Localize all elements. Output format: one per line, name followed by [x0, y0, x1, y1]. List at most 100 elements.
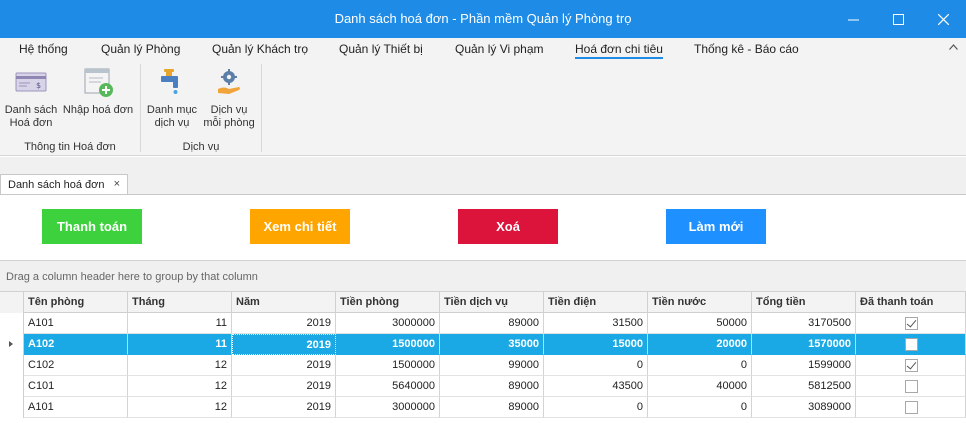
cell-paid[interactable] — [856, 376, 966, 397]
cell-year[interactable]: 2019 — [232, 334, 336, 355]
column-header-year[interactable]: Năm — [232, 292, 336, 313]
cell-water[interactable]: 50000 — [648, 313, 752, 334]
cell-year[interactable]: 2019 — [232, 397, 336, 418]
minimize-button[interactable] — [831, 0, 876, 38]
cell-electricity[interactable]: 0 — [544, 355, 648, 376]
cell-water[interactable]: 20000 — [648, 334, 752, 355]
cell-electricity[interactable]: 31500 — [544, 313, 648, 334]
cell-room-fee[interactable]: 3000000 — [336, 313, 440, 334]
cell-total[interactable]: 1599000 — [752, 355, 856, 376]
cell-year[interactable]: 2019 — [232, 355, 336, 376]
delete-button[interactable]: Xoá — [458, 209, 558, 244]
row-indicator — [0, 376, 24, 397]
svg-text:$: $ — [36, 81, 41, 90]
pay-button[interactable]: Thanh toán — [42, 209, 142, 244]
cell-room[interactable]: A102 — [24, 334, 128, 355]
add-invoice-button[interactable]: Nhập hoá đơn — [62, 66, 134, 117]
cell-month[interactable]: 12 — [128, 355, 232, 376]
close-tab-icon[interactable]: × — [114, 178, 120, 190]
close-icon — [938, 13, 949, 25]
cell-month[interactable]: 12 — [128, 397, 232, 418]
faucet-icon — [161, 69, 178, 94]
room-services-button[interactable]: Dịch vụ mỗi phòng — [201, 66, 257, 130]
tab-quan-ly-vi-pham[interactable]: Quản lý Vi phạm — [455, 42, 544, 56]
close-button[interactable] — [921, 0, 966, 38]
cell-water[interactable]: 0 — [648, 355, 752, 376]
tab-hoa-don-chi-tieu[interactable]: Hoá đơn chi tiêu — [575, 42, 663, 59]
tab-quan-ly-phong[interactable]: Quản lý Phòng — [101, 42, 180, 56]
cell-room-fee[interactable]: 1500000 — [336, 355, 440, 376]
cell-month[interactable]: 12 — [128, 376, 232, 397]
cell-total[interactable]: 3170500 — [752, 313, 856, 334]
tab-quan-ly-khach-tro[interactable]: Quản lý Khách trọ — [212, 42, 308, 56]
cell-paid[interactable] — [856, 397, 966, 418]
group-by-hint: Drag a column header here to group by th… — [6, 271, 258, 283]
column-header-month[interactable]: Tháng — [128, 292, 232, 313]
group-label-services: Dịch vụ — [182, 141, 220, 153]
row-indicator — [0, 355, 24, 376]
gear-hand-icon — [218, 69, 240, 94]
cell-paid[interactable] — [856, 313, 966, 334]
cell-room[interactable]: A101 — [24, 397, 128, 418]
ribbon-collapse-button[interactable] — [949, 41, 958, 53]
cell-service-fee[interactable]: 89000 — [440, 313, 544, 334]
cell-room[interactable]: A101 — [24, 313, 128, 334]
tab-he-thong[interactable]: Hệ thống — [19, 42, 68, 56]
table-row-selected[interactable]: A102 11 2019 1500000 35000 15000 20000 1… — [0, 334, 966, 355]
cell-room-fee[interactable]: 1500000 — [336, 334, 440, 355]
cell-paid[interactable] — [856, 334, 966, 355]
column-header-paid[interactable]: Đã thanh toán — [856, 292, 966, 313]
paid-checkbox[interactable] — [904, 380, 918, 393]
table-row[interactable]: A101 12 2019 3000000 89000 0 0 3089000 — [0, 397, 966, 418]
tab-thong-ke-bao-cao[interactable]: Thống kê - Báo cáo — [694, 42, 799, 56]
room-services-label-1: Dịch vụ — [210, 104, 248, 116]
chevron-up-icon — [949, 44, 958, 50]
invoice-list-label-2: Hoá đơn — [9, 117, 53, 129]
refresh-button[interactable]: Làm mới — [666, 209, 766, 244]
column-header-room[interactable]: Tên phòng — [24, 292, 128, 313]
paid-checkbox[interactable] — [904, 338, 918, 351]
document-panel: Thanh toán Xem chi tiết Xoá Làm mới Drag… — [0, 194, 966, 423]
service-catalog-button[interactable]: Danh mục dịch vụ — [145, 66, 199, 130]
cell-electricity[interactable]: 0 — [544, 397, 648, 418]
table-row[interactable]: C101 12 2019 5640000 89000 43500 40000 5… — [0, 376, 966, 397]
paid-checkbox[interactable] — [904, 401, 918, 414]
invoice-list-button[interactable]: $ Danh sách Hoá đơn — [3, 66, 59, 130]
cell-service-fee[interactable]: 89000 — [440, 397, 544, 418]
cell-electricity[interactable]: 43500 — [544, 376, 648, 397]
cell-total[interactable]: 5812500 — [752, 376, 856, 397]
tab-quan-ly-thiet-bi[interactable]: Quản lý Thiết bị — [339, 42, 423, 56]
cell-total[interactable]: 1570000 — [752, 334, 856, 355]
cell-room-fee[interactable]: 3000000 — [336, 397, 440, 418]
table-row[interactable]: A101 11 2019 3000000 89000 31500 50000 3… — [0, 313, 966, 334]
column-header-water[interactable]: Tiền nước — [648, 292, 752, 313]
cell-water[interactable]: 0 — [648, 397, 752, 418]
room-services-label-2: mỗi phòng — [203, 117, 255, 129]
column-header-electricity[interactable]: Tiền điện — [544, 292, 648, 313]
cell-room[interactable]: C102 — [24, 355, 128, 376]
grid-header-row: Tên phòng Tháng Năm Tiền phòng Tiền dịch… — [0, 292, 966, 313]
column-header-room-fee[interactable]: Tiền phòng — [336, 292, 440, 313]
cell-service-fee[interactable]: 89000 — [440, 376, 544, 397]
cell-room[interactable]: C101 — [24, 376, 128, 397]
paid-checkbox[interactable] — [904, 317, 918, 330]
cell-room-fee[interactable]: 5640000 — [336, 376, 440, 397]
column-header-service-fee[interactable]: Tiền dịch vụ — [440, 292, 544, 313]
cell-month[interactable]: 11 — [128, 313, 232, 334]
view-details-button[interactable]: Xem chi tiết — [250, 209, 350, 244]
maximize-button[interactable] — [876, 0, 921, 38]
cell-year[interactable]: 2019 — [232, 376, 336, 397]
paid-checkbox[interactable] — [904, 359, 918, 372]
table-row[interactable]: C102 12 2019 1500000 99000 0 0 1599000 — [0, 355, 966, 376]
cell-electricity[interactable]: 15000 — [544, 334, 648, 355]
document-tab[interactable]: Danh sách hoá đơn × — [0, 174, 128, 195]
cell-service-fee[interactable]: 35000 — [440, 334, 544, 355]
cell-total[interactable]: 3089000 — [752, 397, 856, 418]
column-header-total[interactable]: Tổng tiền — [752, 292, 856, 313]
cell-year[interactable]: 2019 — [232, 313, 336, 334]
group-by-panel[interactable]: Drag a column header here to group by th… — [0, 260, 966, 292]
cell-paid[interactable] — [856, 355, 966, 376]
cell-month[interactable]: 11 — [128, 334, 232, 355]
cell-service-fee[interactable]: 99000 — [440, 355, 544, 376]
cell-water[interactable]: 40000 — [648, 376, 752, 397]
